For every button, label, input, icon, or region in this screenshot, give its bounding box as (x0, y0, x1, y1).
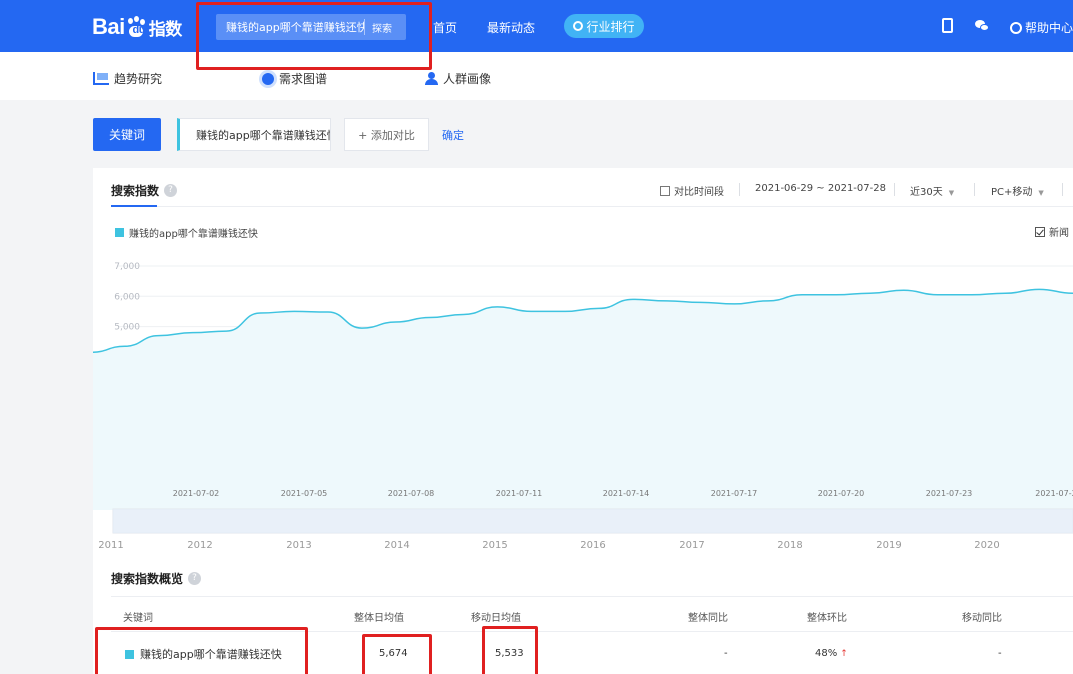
nav-latest[interactable]: 最新动态 (487, 19, 535, 36)
range-slider-window (113, 509, 1073, 533)
keyword-tab-button[interactable]: 关键词 (93, 118, 161, 151)
help-center-link[interactable]: 帮助中心 (1010, 19, 1073, 36)
logo-cn: 指数 (148, 19, 183, 40)
y-tick-label: 6,000 (114, 292, 140, 302)
help-question-icon[interactable]: ? (188, 572, 202, 585)
overall-mom-value: 48% ↑ (815, 648, 848, 659)
industry-rank-button[interactable]: 行业排行 (564, 14, 644, 38)
sub-nav: 趋势研究 需求图谱 人群画像 (0, 52, 1073, 100)
search-index-chart[interactable]: 7,0006,0005,0004,0003,0002,0001,0002021-… (93, 168, 1073, 558)
nav-home[interactable]: 首页 (433, 19, 457, 36)
col-overall-avg: 整体日均值 (354, 613, 404, 624)
col-overall-mom: 整体环比 (807, 613, 847, 624)
year-label: 2018 (777, 540, 802, 551)
x-tick-label: 2021-07-20 (818, 489, 865, 498)
overview-title-text: 搜索指数概览 (111, 572, 184, 586)
top-bar: Bai du 指数 赚钱的app哪个靠谱赚钱还快 探索 首页 最新动态 行业排行… (0, 0, 1073, 52)
demand-map-icon (262, 72, 274, 85)
keyword-input[interactable]: 赚钱的app哪个靠谱赚钱还快 (177, 118, 331, 151)
confirm-link[interactable]: 确定 (442, 127, 464, 143)
logo-text: Bai (92, 14, 125, 39)
overall-yoy-value: - (724, 648, 728, 659)
y-tick-label: 5,000 (114, 323, 140, 333)
subnav-crowd-label: 人群画像 (443, 72, 492, 86)
rank-label: 行业排行 (586, 19, 635, 34)
baidu-index-logo[interactable]: Bai du 指数 (92, 12, 182, 42)
col-mobile-yoy: 移动同比 (962, 613, 1002, 624)
year-label: 2014 (384, 540, 409, 551)
col-mobile-avg: 移动日均值 (471, 613, 521, 624)
add-compare-button[interactable]: + 添加对比 (344, 118, 429, 151)
col-overall-yoy: 整体同比 (688, 613, 728, 624)
subnav-trend-label: 趋势研究 (114, 72, 163, 86)
subnav-demand-label: 需求图谱 (279, 72, 328, 86)
wechat-icon[interactable] (975, 18, 989, 34)
year-label: 2011 (98, 540, 123, 551)
x-tick-label: 2021-07-11 (496, 489, 543, 498)
y-tick-label: 7,000 (114, 262, 140, 272)
x-tick-label: 2021-07-2 (1035, 489, 1073, 498)
x-tick-label: 2021-07-08 (388, 489, 435, 498)
x-tick-label: 2021-07-05 (281, 489, 328, 498)
annotation-box-mobile-avg (482, 626, 538, 674)
series-area (93, 289, 1073, 510)
rank-icon (573, 21, 584, 31)
x-tick-label: 2021-07-14 (603, 489, 650, 498)
help-label: 帮助中心 (1025, 21, 1073, 35)
help-icon (1010, 21, 1022, 34)
col-keyword: 关键词 (123, 613, 153, 624)
mobile-icon[interactable] (942, 18, 953, 33)
year-label: 2019 (876, 540, 901, 551)
year-label: 2020 (974, 540, 999, 551)
year-label: 2016 (580, 540, 605, 551)
logo-text-du: du (132, 24, 146, 36)
subnav-demand-map[interactable]: 需求图谱 (262, 70, 327, 87)
annotation-box-overall-avg (362, 634, 432, 674)
trend-icon (93, 72, 109, 85)
overview-title: 搜索指数概览 ? (111, 570, 202, 587)
x-tick-label: 2021-07-23 (926, 489, 973, 498)
overall-mom-text: 48% (815, 648, 838, 659)
mobile-yoy-value: - (998, 648, 1002, 659)
person-icon (425, 72, 438, 85)
up-arrow-icon: ↑ (840, 649, 848, 659)
subnav-crowd[interactable]: 人群画像 (425, 70, 491, 87)
year-label: 2017 (679, 540, 704, 551)
search-index-panel: 搜索指数 ? 对比时间段 2021-06-29 ~ 2021-07-28 近30… (93, 168, 1073, 674)
x-tick-label: 2021-07-02 (173, 489, 220, 498)
annotation-box-search (196, 2, 432, 70)
annotation-box-keyword (95, 627, 308, 674)
year-label: 2013 (286, 540, 311, 551)
year-label: 2012 (187, 540, 212, 551)
year-label: 2015 (482, 540, 507, 551)
subnav-trend[interactable]: 趋势研究 (93, 70, 162, 87)
x-tick-label: 2021-07-17 (711, 489, 758, 498)
